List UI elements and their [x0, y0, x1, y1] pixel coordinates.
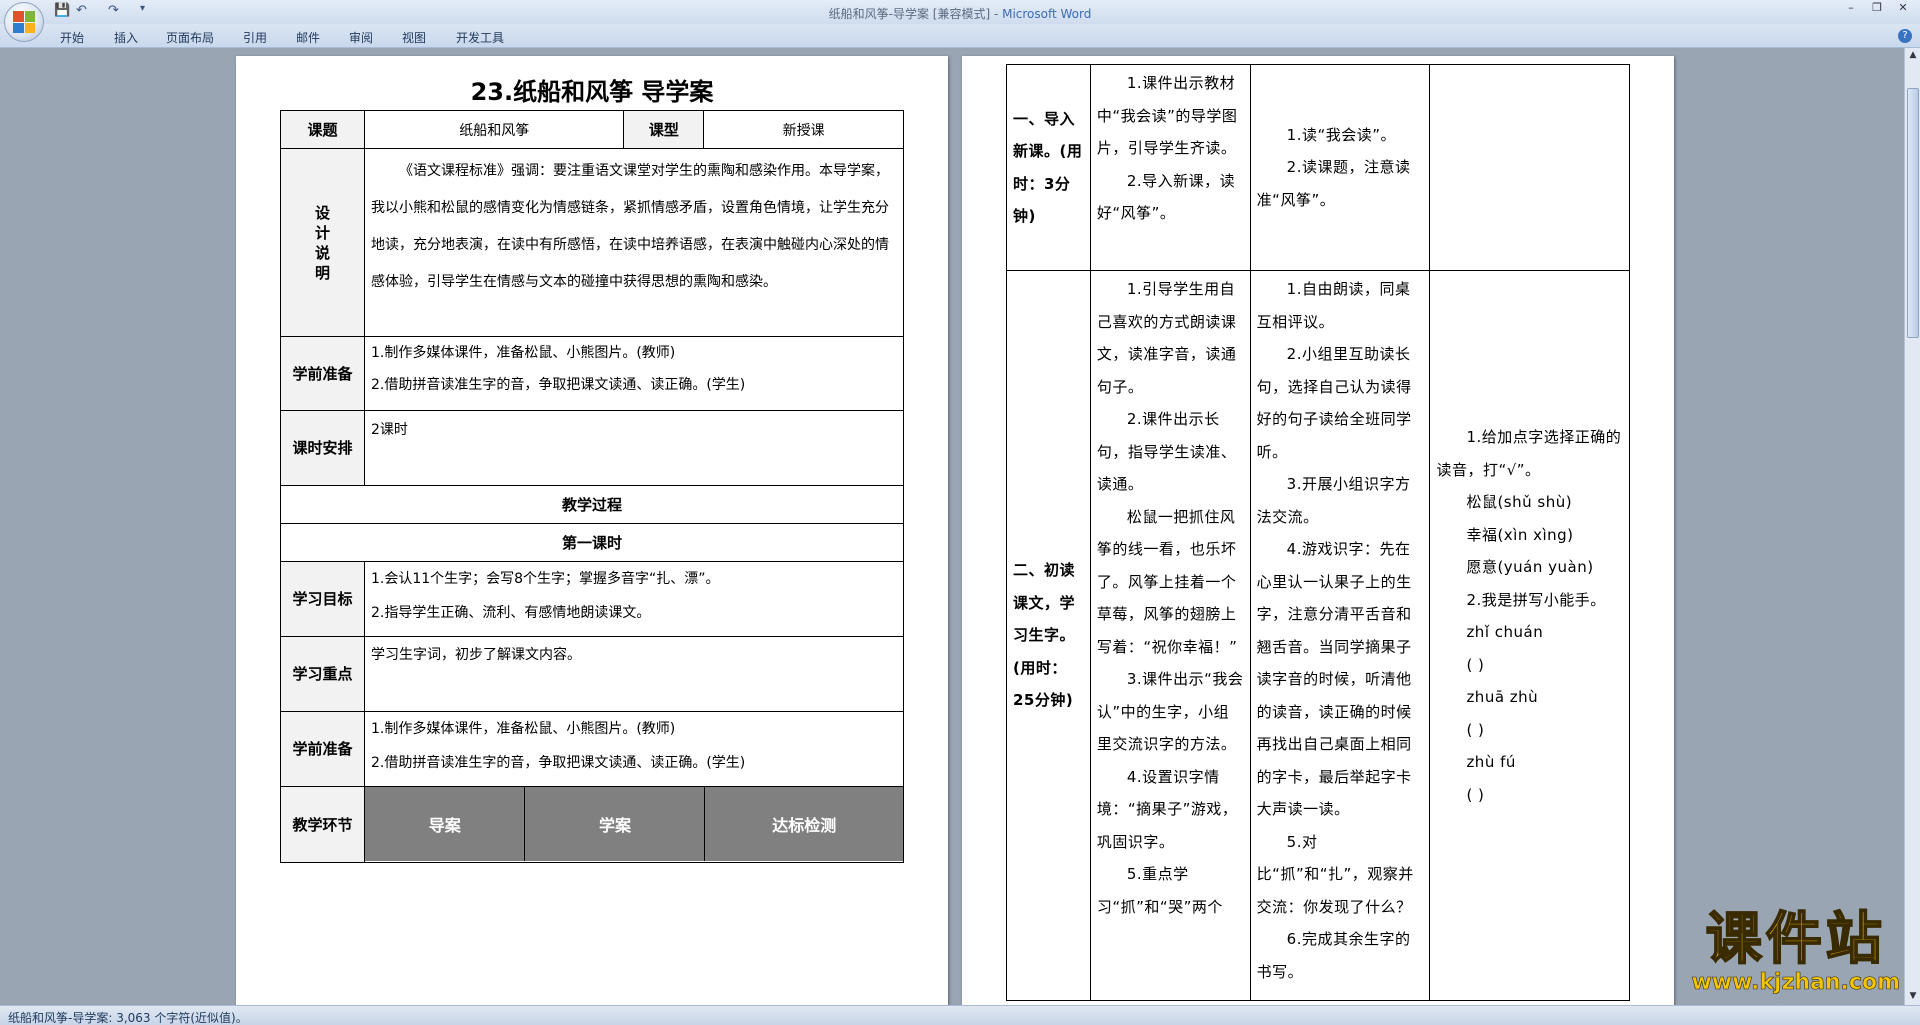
check-item-4: 愿意(yuán yuàn) — [1466, 558, 1594, 576]
stage-1-check — [1429, 64, 1630, 271]
answer-blank-3: ( ) — [1466, 785, 1485, 804]
process-title: 教学过程 — [280, 485, 904, 524]
check-item-2: 松鼠(shǔ shù) — [1466, 493, 1573, 511]
tab-page-layout[interactable]: 页面布局 — [166, 29, 214, 46]
design-label: 设计说明 — [280, 148, 365, 337]
help-icon[interactable]: ? — [1898, 29, 1912, 43]
answer-blank-2: ( ) — [1466, 720, 1485, 739]
prep2-item-1: 1.制作多媒体课件，准备松鼠、小熊图片。(教师) — [370, 721, 676, 737]
stage-2-guide-6: 5.重点学习“抓”和“哭”两个 — [1096, 865, 1223, 916]
design-text: 《语文课程标准》强调：要注重语文课堂对学生的熏陶和感染作用。本导学案，我以小熊和… — [363, 148, 905, 337]
restore-icon[interactable]: ❐ — [1864, 0, 1890, 16]
goal-item-2: 2.指导学生正确、流利、有感情地朗读课文。 — [370, 605, 651, 621]
pinyin-3: zhù fú — [1466, 753, 1516, 771]
watermark-logo: 课件站 — [1705, 907, 1886, 972]
status-bar: 纸船和风筝-导学案: 3,063 个字符(近似值)。 — [0, 1005, 1920, 1025]
tab-references[interactable]: 引用 — [243, 29, 267, 46]
check-item-5: 2.我是拼写小能手。 — [1466, 590, 1606, 609]
pinyin-2: zhuā zhù — [1466, 688, 1539, 706]
col-check-header: 达标检测 — [704, 787, 903, 861]
stage-2-guide-4: 3.课件出示“我会认”中的生字，小组里交流识字的方法。 — [1096, 670, 1244, 753]
minimize-icon[interactable]: – — [1838, 0, 1864, 16]
lesson-label: 课题 — [280, 110, 365, 149]
document-name: 纸船和风筝-导学案 [兼容模式] - — [828, 7, 1003, 21]
prep-item-2: 2.借助拼音读准生字的音，争取把课文读通、读正确。(学生) — [370, 377, 746, 393]
first-period-title: 第一课时 — [280, 523, 904, 562]
page-2[interactable]: 一、导入新课。(用时：3分钟) 1.课件出示教材中“我会读”的导学图片，引导学生… — [962, 56, 1674, 1005]
scroll-down-icon[interactable]: ▼ — [1907, 991, 1919, 1003]
stage-2-study-3: 3.开展小组识字方法交流。 — [1256, 475, 1411, 526]
scroll-up-icon[interactable]: ▲ — [1907, 50, 1919, 62]
office-button[interactable] — [4, 2, 44, 42]
stage-2-guide-2: 2.课件出示长句，指导学生读准、读通。 — [1096, 410, 1237, 493]
ribbon-tabs: 开始 插入 页面布局 引用 邮件 审阅 视图 开发工具 ? — [0, 24, 1920, 48]
stage-2-guide-3: 松鼠一把抓住风筝的线一看，也乐坏了。风筝上挂着一个草莓，风筝的翅膀上写着：“祝你… — [1096, 507, 1238, 656]
document-title: 23.纸船和风筝 导学案 — [470, 78, 714, 106]
col-guide-header: 导案 — [364, 787, 526, 861]
office-logo-icon — [13, 11, 35, 33]
window-title: 纸船和风筝-导学案 [兼容模式] - Microsoft Word — [0, 5, 1920, 22]
stage-2-guide-5: 4.设置识字情境：“摘果子”游戏，巩固识字。 — [1096, 767, 1238, 851]
hours-value: 2课时 — [363, 410, 905, 486]
hours-label: 课时安排 — [280, 410, 365, 486]
prep2-item-2: 2.借助拼音读准生字的音，争取把课文读通、读正确。(学生) — [370, 755, 746, 771]
prep-item-1: 1.制作多媒体课件，准备松鼠、小熊图片。(教师) — [370, 345, 676, 361]
pinyin-1: zhǐ chuán — [1466, 623, 1544, 641]
stage-1-label: 一、导入新课。(用时：3分钟) — [1006, 64, 1091, 271]
focus-value: 学习生字词，初步了解课文内容。 — [363, 636, 905, 712]
col-study-header: 学案 — [524, 787, 706, 861]
lesson-value: 纸船和风筝 — [363, 110, 625, 149]
steps-label: 教学环节 — [280, 786, 365, 863]
tab-view[interactable]: 视图 — [402, 29, 426, 46]
scroll-thumb[interactable] — [1907, 88, 1919, 338]
title-bar: 💾 ↶ ↷ ▾ 纸船和风筝-导学案 [兼容模式] - Microsoft Wor… — [0, 0, 1920, 42]
prep-label: 学前准备 — [280, 336, 365, 411]
tab-developer[interactable]: 开发工具 — [456, 29, 504, 46]
close-icon[interactable]: ✕ — [1890, 0, 1916, 16]
teaching-steps-table: 一、导入新课。(用时：3分钟) 1.课件出示教材中“我会读”的导学图片，引导学生… — [1006, 64, 1630, 1001]
tab-home[interactable]: 开始 — [60, 29, 84, 46]
stage-2-study-6: 6.完成其余生字的书写。 — [1256, 930, 1411, 981]
stage-2-study-4: 4.游戏识字：先在心里认一认果子上的生字，注意分清平舌音和翘舌音。当同学摘果子读… — [1256, 540, 1412, 818]
stage-2-study-5: 5.对比“抓”和“扎”，观察并交流：你发现了什么？ — [1256, 832, 1414, 916]
document-area[interactable]: 23.纸船和风筝 导学案 课题 纸船和风筝 课型 新授课 设计说明 《语文课程标… — [0, 48, 1904, 1005]
tab-insert[interactable]: 插入 — [114, 29, 138, 46]
app-name: Microsoft Word — [1002, 7, 1092, 21]
watermark-url: www.kjzhan.com — [1691, 970, 1900, 996]
status-text: 纸船和风筝-导学案: 3,063 个字符(近似值)。 — [8, 1011, 248, 1025]
type-value: 新授课 — [703, 110, 904, 149]
stage-2-study-1: 1.自由朗读，同桌互相评议。 — [1256, 280, 1411, 331]
check-item-3: 幸福(xìn xìng) — [1466, 525, 1574, 544]
tab-review[interactable]: 审阅 — [349, 29, 373, 46]
type-label: 课型 — [623, 110, 705, 149]
answer-blank-1: ( ) — [1466, 655, 1485, 674]
lesson-plan-table: 课题 纸船和风筝 课型 新授课 设计说明 《语文课程标准》强调：要注重语文课堂对… — [280, 110, 905, 863]
goals-label: 学习目标 — [280, 561, 365, 637]
stage-2-guide-1: 1.引导学生用自己喜欢的方式朗读课文，读准字音，读通句子。 — [1096, 280, 1237, 396]
stage-2-label: 二、初读课文，学习生字。(用时：25分钟) — [1006, 270, 1091, 1001]
stage-1-guide-2: 2.导入新课，读好“风筝”。 — [1096, 171, 1236, 223]
focus-label: 学习重点 — [280, 636, 365, 712]
stage-1-guide-1: 1.课件出示教材中“我会读”的导学图片，引导学生齐读。 — [1096, 74, 1238, 157]
vertical-scrollbar[interactable]: ▲ ▼ — [1904, 48, 1920, 1005]
stage-1-study-2: 2.读课题，注意读准“风筝”。 — [1256, 158, 1411, 209]
page-1[interactable]: 23.纸船和风筝 导学案 课题 纸船和风筝 课型 新授课 设计说明 《语文课程标… — [236, 56, 948, 1005]
watermark: 课件站 www.kjzhan.com — [1691, 907, 1900, 996]
prep2-label: 学前准备 — [280, 711, 365, 787]
goal-item-1: 1.会认11个生字；会写8个生字；掌握多音字“扎、漂”。 — [370, 571, 720, 587]
check-item-1: 1.给加点字选择正确的读音，打“√”。 — [1436, 428, 1622, 479]
stage-2-study-2: 2.小组里互助读长句，选择自己认为读得好的句子读给全班同学听。 — [1256, 345, 1412, 461]
tab-mailings[interactable]: 邮件 — [296, 29, 320, 46]
stage-1-study-1: 1.读“我会读”。 — [1286, 125, 1397, 144]
